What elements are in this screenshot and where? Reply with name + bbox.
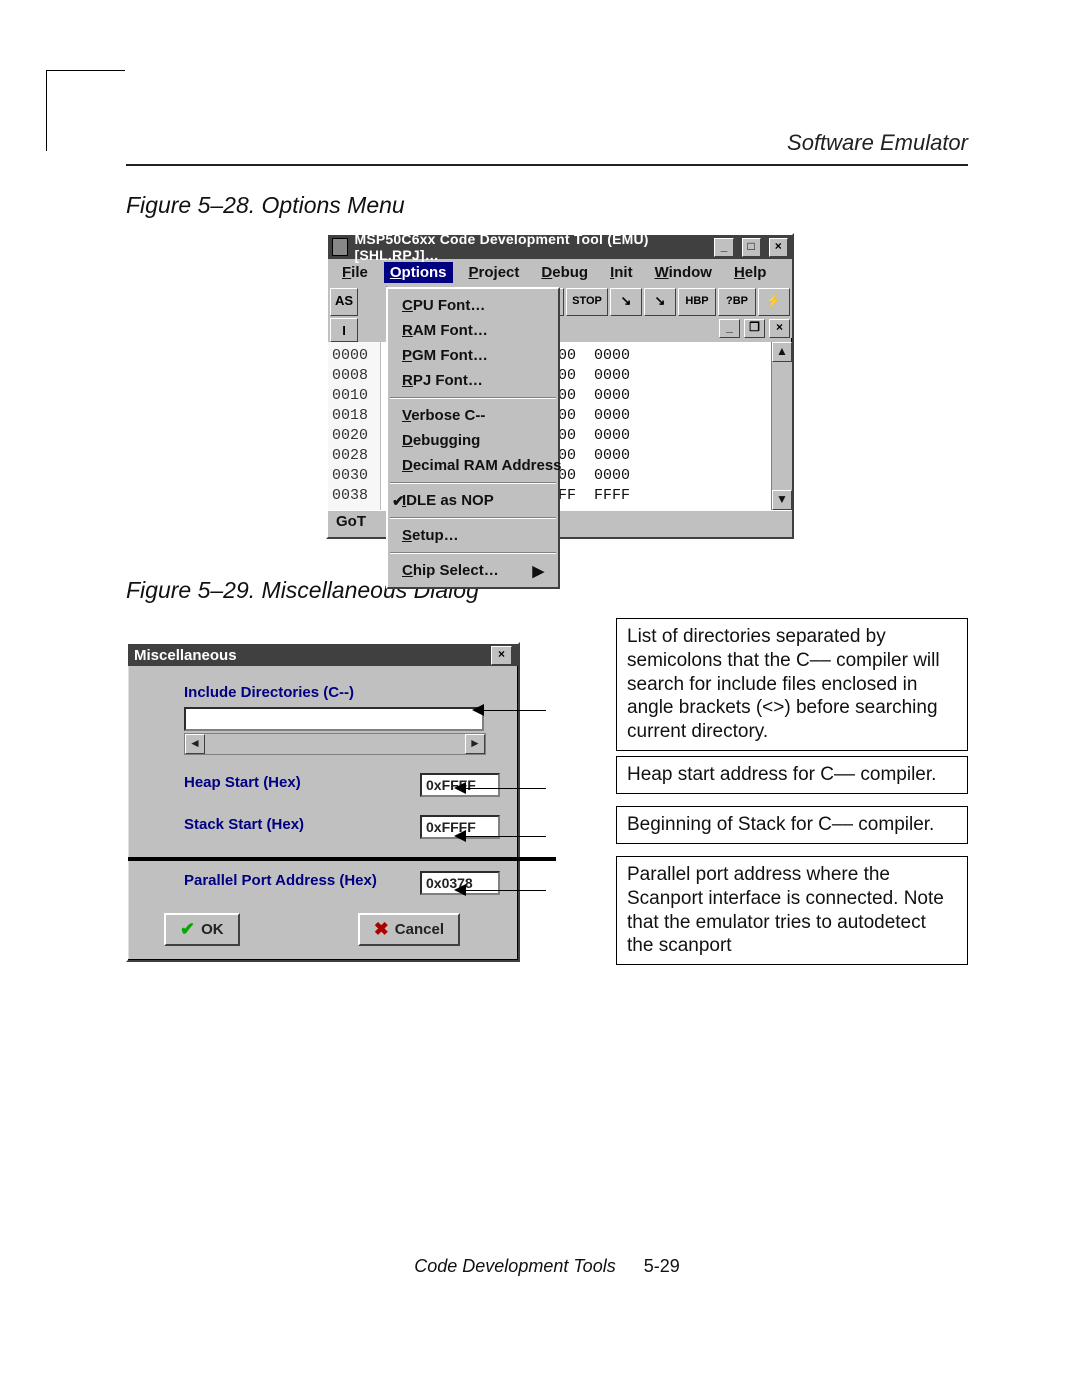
leader-pport — [466, 890, 546, 891]
ram-addr: 0018 — [328, 406, 380, 426]
leader-include-arrow — [472, 704, 484, 716]
menu-options[interactable]: Options — [384, 262, 453, 283]
anno-heap: Heap start address for C–– compiler. — [616, 756, 968, 794]
menu-window[interactable]: Window — [649, 262, 718, 283]
parallel-port-label: Parallel Port Address (Hex) — [184, 872, 402, 889]
options-menu-item[interactable]: Setup… — [388, 523, 558, 548]
toolbar-button-stop[interactable]: STOP — [566, 288, 608, 316]
options-menu-item[interactable]: RAM Font… — [388, 318, 558, 343]
anno-pport: Parallel port address where the Scanport… — [616, 856, 968, 965]
misc-titlebar: Miscellaneous × — [128, 644, 518, 666]
leader-heap-arrow — [454, 782, 466, 794]
mdi-close-button[interactable]: × — [769, 319, 790, 338]
options-menu-item[interactable]: CPU Font… — [388, 293, 558, 318]
figure-caption-28: Figure 5–28. Options Menu — [126, 192, 968, 219]
anno-include: List of directories separated by semicol… — [616, 618, 968, 751]
emu-titlebar: MSP50C6xx Code Development Tool (EMU) [S… — [328, 235, 792, 259]
status-text: GoT — [336, 513, 366, 530]
ram-address-gutter: 00000008001000180020002800300038 — [328, 342, 381, 510]
menu-init[interactable]: Init — [604, 262, 639, 283]
options-menu-item[interactable]: Verbose C-- — [388, 403, 558, 428]
menu-debug[interactable]: Debug — [535, 262, 594, 283]
options-dropdown: CPU Font…RAM Font…PGM Font…RPJ Font… Verb… — [386, 287, 560, 589]
leader-stack-arrow — [454, 830, 466, 842]
x-icon: ✖ — [374, 919, 389, 940]
hscroll-right-button[interactable]: ► — [465, 734, 485, 754]
emu-main-window: MSP50C6xx Code Development Tool (EMU) [S… — [326, 233, 794, 539]
toolbar-button-3[interactable]: ↘ — [610, 288, 642, 316]
ok-button-label: OK — [201, 921, 224, 938]
cancel-button-label: Cancel — [395, 921, 444, 938]
ram-addr: 0038 — [328, 486, 380, 506]
anno-stack: Beginning of Stack for C–– compiler. — [616, 806, 968, 844]
include-dirs-label: Include Directories (C--) — [184, 684, 500, 701]
mdi-minimize-button[interactable]: _ — [719, 319, 740, 338]
leader-heap — [466, 788, 546, 789]
ram-addr: 0008 — [328, 366, 380, 386]
footer-page: 5-29 — [644, 1256, 680, 1277]
misc-dialog: Miscellaneous × Include Directories (C--… — [126, 642, 520, 962]
page-header: Software Emulator — [126, 130, 968, 156]
hscroll-left-button[interactable]: ◄ — [185, 734, 205, 754]
leader-include — [484, 710, 546, 711]
ram-addr: 0010 — [328, 386, 380, 406]
ram-addr: 0000 — [328, 346, 380, 366]
heap-start-label: Heap Start (Hex) — [184, 774, 402, 791]
ram-addr: 0028 — [328, 446, 380, 466]
options-menu-item[interactable]: Decimal RAM Address — [388, 453, 558, 478]
ok-button[interactable]: ✔ OK — [164, 913, 240, 946]
crop-mark — [46, 70, 125, 123]
toolbar-button-7[interactable]: ⚡ — [758, 288, 790, 316]
header-rule — [126, 164, 968, 166]
close-button[interactable]: × — [769, 238, 788, 257]
menu-bar: File Options Project Debug Init Window H… — [328, 259, 792, 286]
leader-stack — [466, 836, 546, 837]
ram-addr: 0030 — [328, 466, 380, 486]
footer-book: Code Development Tools — [414, 1256, 615, 1277]
options-menu-item[interactable]: PGM Font… — [388, 343, 558, 368]
check-icon: ✔ — [180, 919, 195, 940]
cancel-button[interactable]: ✖ Cancel — [358, 913, 460, 946]
mdi-restore-button[interactable]: ❐ — [744, 319, 765, 338]
sys-icon — [332, 238, 348, 256]
leader-pport-arrow — [454, 884, 466, 896]
scroll-up-button[interactable]: ▲ — [772, 342, 792, 362]
include-dirs-input[interactable] — [184, 707, 484, 731]
dialog-separator — [128, 857, 556, 861]
page-footer: Code Development Tools 5-29 — [126, 1256, 968, 1277]
options-menu-item[interactable]: IDLE as NOP — [388, 488, 558, 513]
misc-title-text: Miscellaneous — [134, 647, 237, 664]
minimize-button[interactable]: _ — [714, 238, 733, 257]
ram-addr: 0020 — [328, 426, 380, 446]
vertical-scrollbar[interactable]: ▲ ▼ — [771, 342, 792, 510]
misc-close-button[interactable]: × — [491, 646, 512, 665]
scroll-down-button[interactable]: ▼ — [772, 490, 792, 510]
emu-window-title: MSP50C6xx Code Development Tool (EMU) [S… — [354, 231, 700, 263]
options-menu-item[interactable]: Chip Select…▶ — [388, 558, 558, 583]
stack-start-label: Stack Start (Hex) — [184, 816, 402, 833]
toolbar-button-i[interactable]: I — [330, 318, 358, 342]
toolbar-button-bp[interactable]: ?BP — [718, 288, 756, 316]
menu-file[interactable]: File — [336, 262, 374, 283]
maximize-button[interactable]: □ — [742, 238, 761, 257]
toolbar-button-hbp[interactable]: HBP — [678, 288, 716, 316]
toolbar-button-4[interactable]: ↘ — [644, 288, 676, 316]
menu-project[interactable]: Project — [463, 262, 526, 283]
options-menu-item[interactable]: Debugging — [388, 428, 558, 453]
options-menu-item[interactable]: RPJ Font… — [388, 368, 558, 393]
menu-help[interactable]: Help — [728, 262, 773, 283]
include-dirs-hscroll[interactable]: ◄ ► — [184, 733, 486, 755]
toolbar-button-asm[interactable]: AS — [330, 288, 358, 316]
